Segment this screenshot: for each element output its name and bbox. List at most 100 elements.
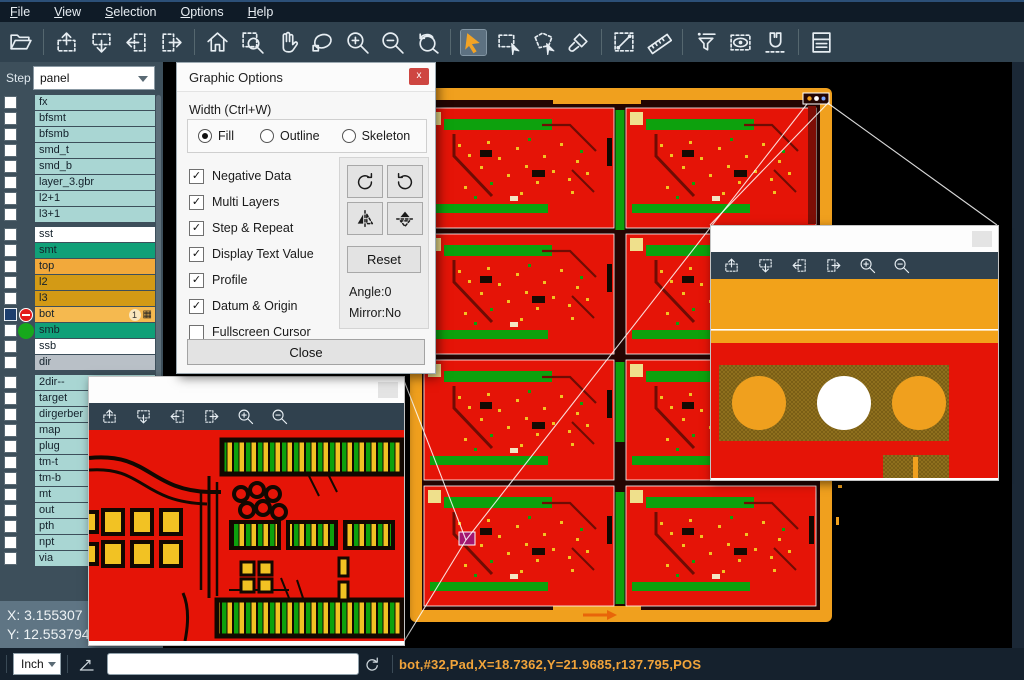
layer-visibility-checkbox[interactable] [4, 376, 17, 389]
popup-tool-zoom-in[interactable] [859, 257, 876, 274]
popup-tool-pan-right[interactable] [825, 257, 842, 274]
popup-right-content[interactable] [711, 279, 998, 478]
layer-visibility-checkbox[interactable] [4, 128, 17, 141]
checkbox-step-repeat[interactable]: ✓Step & Repeat [189, 215, 339, 241]
layer-visibility-checkbox[interactable] [4, 552, 17, 565]
checkbox-box[interactable]: ✓ [189, 299, 204, 314]
layer-label[interactable]: fx [35, 95, 155, 110]
layer-visibility-checkbox[interactable] [4, 192, 17, 205]
layer-label[interactable]: bot1▦ [35, 307, 155, 322]
checkbox-box[interactable]: ✓ [189, 221, 204, 236]
popup-tool-zoom-out[interactable] [271, 408, 288, 425]
layer-visibility-checkbox[interactable] [4, 112, 17, 125]
layer-row-bot[interactable]: bot1▦ [0, 307, 163, 322]
layer-visibility-checkbox[interactable] [4, 356, 17, 369]
tool-zoom-back[interactable] [415, 30, 440, 55]
popup-tool-pan-left[interactable] [169, 408, 186, 425]
layer-visibility-checkbox[interactable] [4, 276, 17, 289]
popup-tool-pan-up[interactable] [723, 257, 740, 274]
layer-label[interactable]: bfsmt [35, 111, 155, 126]
layer-visibility-checkbox[interactable] [4, 308, 17, 321]
popup-tool-zoom-in[interactable] [237, 408, 254, 425]
tool-rect-select[interactable] [496, 30, 521, 55]
tool-pan-left[interactable] [124, 30, 149, 55]
layer-visibility-checkbox[interactable] [4, 260, 17, 273]
layer-label[interactable]: sst [35, 227, 155, 242]
checkbox-multi-layers[interactable]: ✓Multi Layers [189, 189, 339, 215]
tool-magnet[interactable] [763, 30, 788, 55]
layer-row-smd-t[interactable]: smd_t [0, 143, 163, 158]
layer-label[interactable]: smd_b [35, 159, 155, 174]
tool-home[interactable] [205, 30, 230, 55]
checkbox-negative-data[interactable]: ✓Negative Data [189, 163, 339, 189]
layer-visibility-checkbox[interactable] [4, 392, 17, 405]
checkbox-box[interactable] [189, 325, 204, 340]
layer-row-bfsmt[interactable]: bfsmt [0, 111, 163, 126]
tool-zoom-out[interactable] [380, 30, 405, 55]
popup-right-title-bar[interactable] [711, 226, 998, 252]
layer-visibility-checkbox[interactable] [4, 144, 17, 157]
tool-select-cursor[interactable] [461, 30, 486, 55]
layer-row-fx[interactable]: fx [0, 95, 163, 110]
radio-fill[interactable]: Fill [198, 129, 234, 143]
layer-visibility-checkbox[interactable] [4, 488, 17, 501]
menu-help[interactable]: Help [248, 5, 274, 19]
layer-visibility-checkbox[interactable] [4, 424, 17, 437]
checkbox-box[interactable]: ✓ [189, 247, 204, 262]
tool-pan-right[interactable] [159, 30, 184, 55]
layer-label[interactable]: smd_t [35, 143, 155, 158]
tool-filter[interactable] [693, 30, 718, 55]
dialog-title-bar[interactable]: Graphic Options x [177, 63, 435, 92]
layer-visibility-checkbox[interactable] [4, 208, 17, 221]
checkbox-box[interactable]: ✓ [189, 169, 204, 184]
layer-row-ssb[interactable]: ssb [0, 339, 163, 354]
tool-measure[interactable] [612, 30, 637, 55]
layer-label[interactable]: l3+1 [35, 207, 155, 222]
unit-select[interactable]: Inch [13, 653, 61, 675]
tool-lasso[interactable] [310, 30, 335, 55]
menu-view[interactable]: View [54, 5, 81, 19]
refresh-icon[interactable] [363, 655, 382, 674]
layer-grid-icon[interactable]: ▦ [143, 309, 152, 321]
transform-rotate-ccw-button[interactable] [387, 165, 423, 198]
checkbox-display-text-value[interactable]: ✓Display Text Value [189, 241, 339, 267]
layer-visibility-checkbox[interactable] [4, 440, 17, 453]
menu-options[interactable]: Options [180, 5, 223, 19]
tool-layers-panel[interactable] [809, 30, 834, 55]
dialog-close-icon[interactable]: x [409, 68, 429, 85]
snap-angle-icon[interactable] [78, 655, 97, 674]
layer-label[interactable]: l3 [35, 291, 155, 306]
layer-row-l2-1[interactable]: l2+1 [0, 191, 163, 206]
layer-row-smd-b[interactable]: smd_b [0, 159, 163, 174]
layer-label[interactable]: dir [35, 355, 155, 370]
layer-visibility-checkbox[interactable] [4, 292, 17, 305]
menu-selection[interactable]: Selection [105, 5, 156, 19]
layer-row-l3-1[interactable]: l3+1 [0, 207, 163, 222]
checkbox-box[interactable]: ✓ [189, 195, 204, 210]
layer-row-l2[interactable]: l2 [0, 275, 163, 290]
layer-label[interactable]: l2+1 [35, 191, 155, 206]
transform-rotate-cw-button[interactable] [347, 165, 383, 198]
transform-flip-h-button[interactable] [347, 202, 383, 235]
checkbox-datum-origin[interactable]: ✓Datum & Origin [189, 293, 339, 319]
tool-eye[interactable] [728, 30, 753, 55]
layer-visibility-checkbox[interactable] [4, 324, 17, 337]
tool-zoom-in[interactable] [345, 30, 370, 55]
close-button[interactable]: Close [187, 339, 425, 365]
layer-row-dir[interactable]: dir [0, 355, 163, 370]
fiducial-marker[interactable] [803, 93, 829, 104]
layer-row-smt[interactable]: smt [0, 243, 163, 258]
popup-window-button[interactable] [972, 231, 992, 247]
popup-left-content[interactable] [89, 430, 404, 641]
tool-zoom-area[interactable] [240, 30, 265, 55]
layer-visibility-checkbox[interactable] [4, 408, 17, 421]
step-select[interactable]: panel [33, 66, 155, 90]
layer-label[interactable]: smt [35, 243, 155, 258]
tool-brush[interactable] [566, 30, 591, 55]
radio-outline[interactable]: Outline [260, 129, 320, 143]
popup-window-button[interactable] [378, 382, 398, 398]
command-input[interactable] [107, 653, 359, 675]
layer-label[interactable]: ssb [35, 339, 155, 354]
layer-visibility-checkbox[interactable] [4, 160, 17, 173]
tool-hand[interactable] [275, 30, 300, 55]
